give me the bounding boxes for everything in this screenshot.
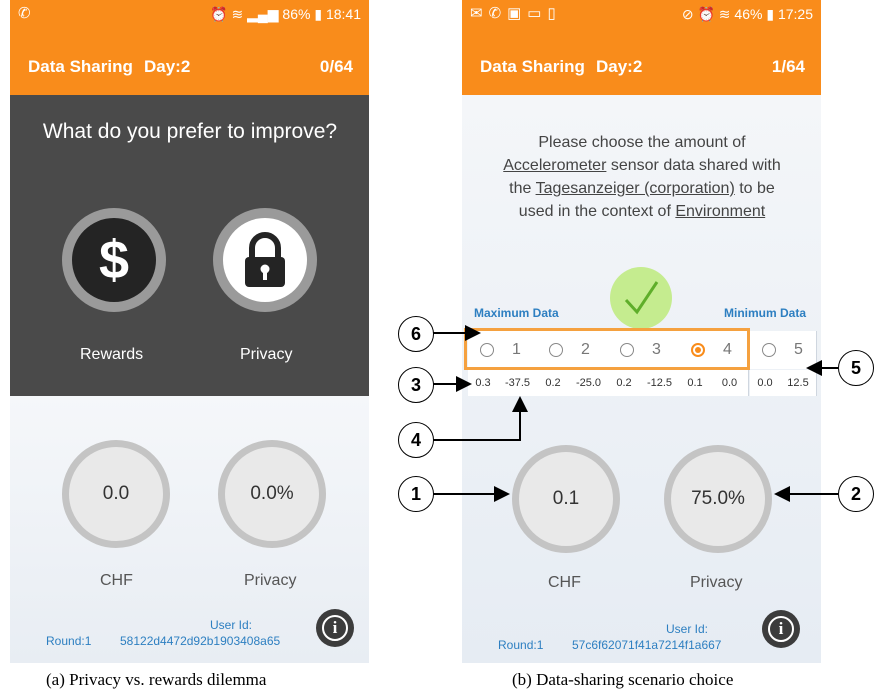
- marker-6: 6: [398, 316, 434, 352]
- marker-5: 5: [838, 350, 874, 386]
- caption-a: (a) Privacy vs. rewards dilemma: [46, 670, 267, 689]
- arrow-4: [433, 396, 528, 441]
- marker-1: 1: [398, 476, 434, 512]
- caption-b: (b) Data-sharing scenario choice: [512, 670, 734, 689]
- marker-3: 3: [398, 367, 434, 403]
- marker-2: 2: [838, 476, 874, 512]
- annotation-arrows: [433, 325, 838, 502]
- marker-4: 4: [398, 422, 434, 458]
